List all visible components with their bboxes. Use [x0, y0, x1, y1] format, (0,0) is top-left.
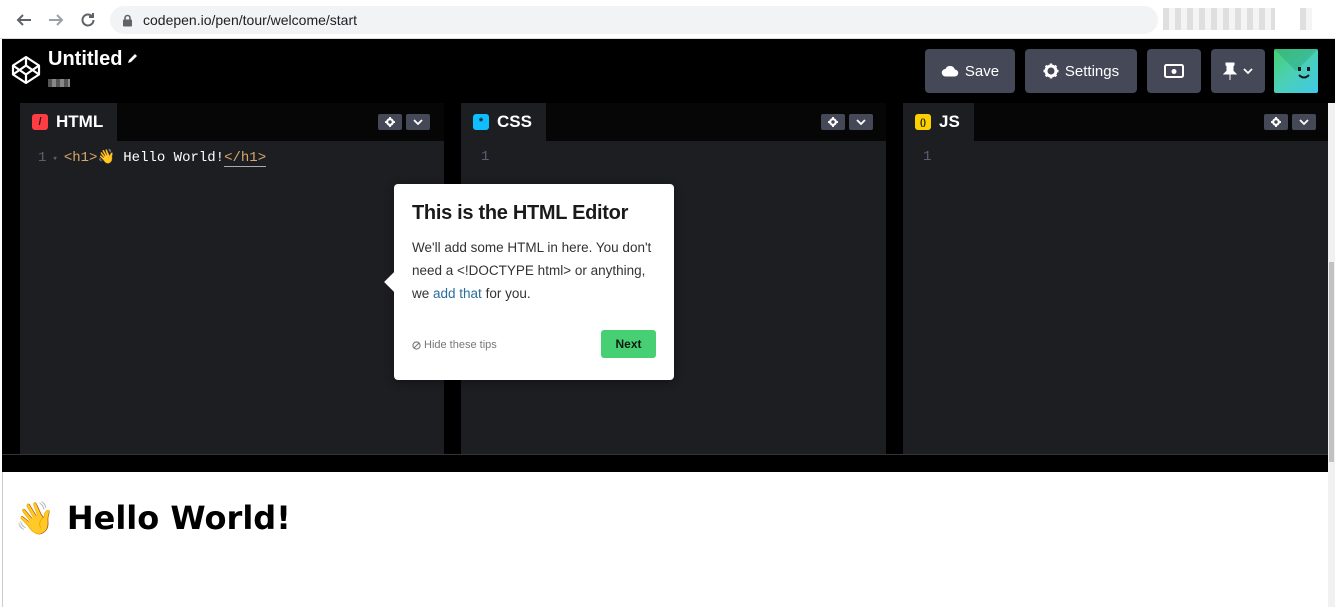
- html-icon: /: [32, 114, 48, 130]
- block-icon: [412, 340, 421, 350]
- code-close-tag: </h1>: [224, 150, 267, 167]
- html-settings-button[interactable]: [378, 114, 402, 130]
- browser-toolbar: codepen.io/pen/tour/welcome/start: [0, 0, 1335, 39]
- tab-html[interactable]: / HTML: [20, 103, 118, 141]
- pin-icon: [1223, 62, 1237, 80]
- line-number: 1: [38, 150, 47, 166]
- save-button[interactable]: Save: [925, 49, 1015, 93]
- tab-js-label: JS: [939, 112, 960, 131]
- settings-button[interactable]: Settings: [1025, 49, 1137, 93]
- js-editor-tools: [1264, 114, 1316, 130]
- chevron-down-icon: [1299, 119, 1309, 125]
- js-settings-button[interactable]: [1264, 114, 1288, 130]
- waving-hand-icon: 👋: [15, 499, 55, 537]
- js-icon: (): [915, 114, 931, 130]
- arrow-right-icon: [49, 14, 64, 26]
- layout-icon: [1164, 64, 1184, 78]
- reload-button[interactable]: [76, 8, 100, 32]
- tab-css[interactable]: * CSS: [461, 103, 546, 141]
- css-dropdown-button[interactable]: [849, 114, 873, 130]
- chevron-down-icon: [413, 119, 423, 125]
- code-line[interactable]: 1: [481, 149, 489, 165]
- tour-title: This is the HTML Editor: [412, 202, 629, 224]
- extensions-area[interactable]: [1163, 8, 1275, 30]
- address-bar[interactable]: codepen.io/pen/tour/welcome/start: [110, 6, 1158, 34]
- url-text: codepen.io/pen/tour/welcome/start: [143, 12, 358, 28]
- tour-body: We'll add some HTML in here. You don't n…: [412, 236, 664, 305]
- add-that-link[interactable]: add that: [433, 286, 482, 301]
- chevron-down-icon: [1243, 68, 1253, 74]
- html-editor[interactable]: / HTML 1 ▾ <h1>👋 Hello World!</h1>: [20, 103, 444, 454]
- code-open-tag: <h1>: [63, 150, 98, 166]
- hide-tips-link[interactable]: Hide these tips: [412, 339, 497, 351]
- chevron-down-icon: [856, 119, 866, 125]
- change-view-button[interactable]: [1147, 49, 1201, 93]
- css-editor-tools: [821, 114, 873, 130]
- cloud-icon: [941, 65, 959, 77]
- tab-html-label: HTML: [56, 112, 104, 131]
- arrow-left-icon: [16, 14, 31, 26]
- smiley-icon: [1274, 49, 1318, 79]
- gear-icon: [828, 117, 838, 127]
- fold-caret-icon[interactable]: ▾: [52, 154, 57, 164]
- pencil-icon[interactable]: [126, 52, 139, 65]
- tab-css-label: CSS: [497, 112, 532, 131]
- lock-icon: [123, 14, 132, 26]
- line-number: 1: [481, 149, 490, 165]
- forward-button[interactable]: [44, 8, 68, 32]
- code-line[interactable]: 1: [923, 149, 931, 165]
- css-settings-button[interactable]: [821, 114, 845, 130]
- js-editor[interactable]: () JS 1: [903, 103, 1328, 454]
- line-number: 1: [923, 149, 932, 165]
- codepen-header: Untitled Save Settings: [2, 39, 1335, 103]
- html-dropdown-button[interactable]: [406, 114, 430, 130]
- preview-heading-text: Hello World!: [66, 499, 291, 537]
- css-icon: *: [473, 114, 489, 130]
- save-label: Save: [964, 62, 1000, 80]
- pen-title[interactable]: Untitled: [48, 48, 122, 71]
- gear-icon: [1043, 63, 1059, 79]
- pin-menu-button[interactable]: [1211, 49, 1265, 93]
- preview-heading: 👋 Hello World!: [15, 499, 291, 537]
- js-dropdown-button[interactable]: [1292, 114, 1316, 130]
- gear-icon: [1271, 117, 1281, 127]
- avatar[interactable]: [1274, 49, 1318, 93]
- code-line[interactable]: 1 ▾ <h1>👋 Hello World!</h1>: [38, 149, 267, 167]
- tour-body-text-end: for you.: [481, 286, 531, 301]
- result-preview: 👋 Hello World!: [2, 472, 1335, 607]
- gear-icon: [385, 117, 395, 127]
- next-button[interactable]: Next: [601, 330, 656, 358]
- tab-js[interactable]: () JS: [903, 103, 974, 141]
- pen-author[interactable]: [48, 79, 70, 87]
- menu-button[interactable]: [1300, 8, 1312, 30]
- code-content: 👋 Hello World!: [97, 150, 225, 166]
- back-button[interactable]: [12, 8, 36, 32]
- html-editor-tools: [378, 114, 430, 130]
- preview-resize-handle[interactable]: [2, 454, 1335, 472]
- settings-label: Settings: [1064, 62, 1120, 80]
- tour-popup: This is the HTML Editor We'll add some H…: [384, 184, 674, 380]
- page-scrollbar-thumb[interactable]: [1329, 262, 1334, 462]
- hide-tips-label: Hide these tips: [424, 339, 497, 351]
- reload-icon: [81, 13, 95, 27]
- codepen-logo-icon[interactable]: [10, 54, 42, 86]
